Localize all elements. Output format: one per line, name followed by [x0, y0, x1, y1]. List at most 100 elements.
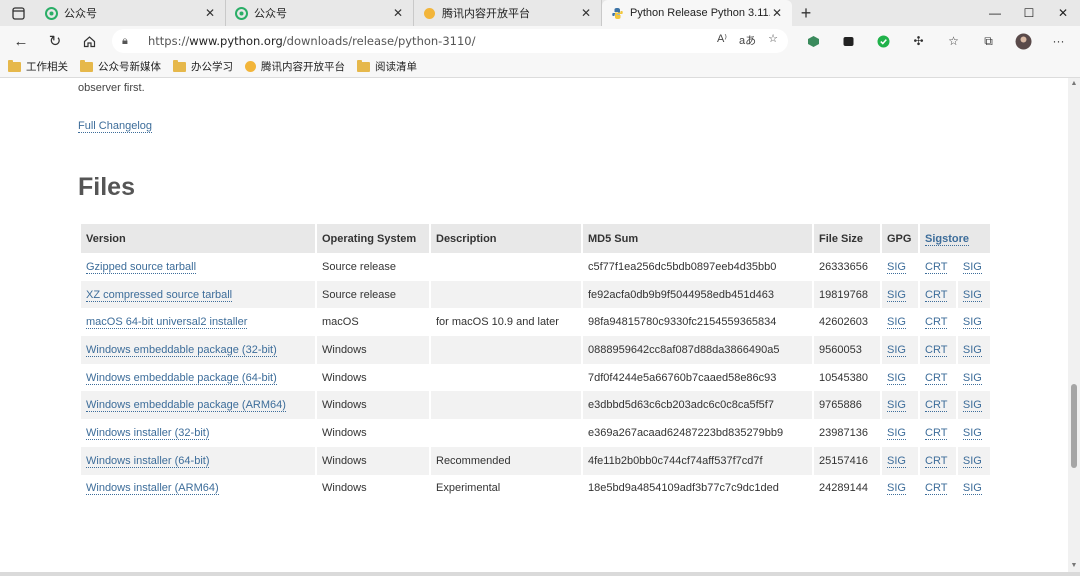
- favorites-icon[interactable]: ☆: [936, 26, 971, 56]
- extension-check-icon[interactable]: [866, 26, 901, 56]
- tab-python-release[interactable]: Python Release Python 3.11.0 | P ✕: [602, 0, 792, 26]
- os-cell: Windows: [317, 419, 429, 447]
- bookmark-study[interactable]: 办公学习: [173, 59, 233, 74]
- home-button[interactable]: [72, 26, 106, 56]
- sigstore-crt-link[interactable]: CRT: [925, 260, 948, 274]
- tab-wechat-1[interactable]: 公众号 ✕: [36, 0, 226, 26]
- vertical-scrollbar[interactable]: ▲ ▼: [1068, 78, 1080, 572]
- download-link[interactable]: Windows embeddable package (64-bit): [86, 371, 277, 385]
- close-icon[interactable]: ✕: [391, 6, 405, 20]
- extension-cube-icon[interactable]: [796, 26, 831, 56]
- download-link[interactable]: Windows installer (32-bit): [86, 426, 210, 440]
- header-file-size: File Size: [814, 224, 880, 253]
- tab-tencent[interactable]: 腾讯内容开放平台 ✕: [414, 0, 602, 26]
- maximize-button[interactable]: ☐: [1012, 0, 1046, 26]
- download-link[interactable]: macOS 64-bit universal2 installer: [86, 316, 248, 330]
- close-icon[interactable]: ✕: [203, 6, 217, 20]
- favorite-star-icon[interactable]: ☆: [768, 32, 778, 48]
- sigstore-link[interactable]: Sigstore: [925, 232, 970, 246]
- download-link[interactable]: Windows installer (ARM64): [86, 482, 219, 496]
- back-button[interactable]: ←: [4, 26, 38, 56]
- description-cell: [431, 280, 581, 309]
- scrollbar-thumb[interactable]: [1071, 384, 1077, 468]
- new-tab-button[interactable]: +: [792, 0, 820, 26]
- gpg-sig-link[interactable]: SIG: [887, 399, 906, 413]
- sigstore-sig-link[interactable]: SIG: [962, 288, 982, 302]
- address-bar[interactable]: 🔒︎ https://www.python.org/downloads/rele…: [112, 29, 788, 53]
- bookmark-reading-list[interactable]: 阅读清单: [357, 59, 417, 74]
- crt-cell: CRT: [920, 474, 956, 503]
- os-cell: Windows: [322, 399, 367, 412]
- sigstore-sig-link[interactable]: SIG: [962, 343, 982, 357]
- file-size-cell: 24289144: [819, 482, 868, 495]
- gpg-sig-link[interactable]: SIG: [887, 316, 906, 330]
- scroll-down-icon[interactable]: ▼: [1068, 560, 1080, 572]
- gpg-sig-link[interactable]: SIG: [887, 288, 906, 302]
- extension-dark-icon[interactable]: [831, 26, 866, 56]
- gpg-sig-link[interactable]: SIG: [887, 426, 906, 440]
- os-cell: Windows: [322, 482, 367, 495]
- md5-cell: e3dbbd5d63c6cb203adc6c0c8ca5f5f7: [583, 391, 812, 420]
- sigstore-crt-link[interactable]: CRT: [925, 482, 948, 496]
- lock-icon[interactable]: 🔒︎: [122, 35, 140, 48]
- full-changelog-link[interactable]: Full Changelog: [78, 120, 152, 133]
- table-row: Windows installer (64-bit) Windows Recomme…: [81, 446, 990, 475]
- sigstore-sig-link[interactable]: SIG: [962, 316, 982, 330]
- close-icon[interactable]: ✕: [579, 6, 593, 20]
- extensions-puzzle-icon[interactable]: ✣: [901, 26, 936, 56]
- minimize-button[interactable]: —: [978, 0, 1012, 26]
- folder-icon: [80, 59, 93, 72]
- close-icon[interactable]: ✕: [770, 6, 784, 20]
- sigstore-crt-link[interactable]: CRT: [925, 426, 948, 440]
- collections-icon[interactable]: ⧉: [971, 26, 1006, 56]
- crt-cell: CRT: [920, 308, 956, 337]
- download-link[interactable]: Gzipped source tarball: [86, 260, 197, 274]
- gpg-sig-link[interactable]: SIG: [887, 482, 906, 496]
- close-window-button[interactable]: ✕: [1046, 0, 1080, 26]
- refresh-button[interactable]: ↻: [38, 26, 72, 56]
- sigstore-crt-link[interactable]: CRT: [925, 399, 948, 413]
- sigstore-sig-link[interactable]: SIG: [962, 399, 982, 413]
- description-cell: [431, 253, 581, 281]
- gpg-sig-link[interactable]: SIG: [887, 371, 906, 385]
- md5-cell: e369a267acaad62487223bd835279bb9: [588, 426, 784, 439]
- gpg-sig-link[interactable]: SIG: [887, 454, 906, 468]
- sig-cell: SIG: [957, 446, 990, 475]
- download-link[interactable]: Windows embeddable package (ARM64): [86, 399, 286, 413]
- bottom-edge: [0, 572, 1080, 576]
- sigstore-sig-link[interactable]: SIG: [962, 482, 982, 496]
- md5-cell: 0888959642cc8af087d88da3866490a5: [583, 336, 812, 364]
- tab-wechat-2[interactable]: 公众号 ✕: [226, 0, 414, 26]
- sig-cell: SIG: [957, 336, 990, 364]
- bookmark-work[interactable]: 工作相关: [8, 59, 68, 74]
- size-cell: 10545380: [814, 363, 880, 392]
- download-link[interactable]: Windows installer (64-bit): [86, 454, 210, 468]
- table-row: Windows installer (32-bit) Windows e369a26…: [81, 419, 990, 447]
- gpg-sig-link[interactable]: SIG: [887, 260, 906, 274]
- sigstore-crt-link[interactable]: CRT: [925, 316, 948, 330]
- sigstore-sig-link[interactable]: SIG: [962, 426, 982, 440]
- sigstore-sig-link[interactable]: SIG: [962, 371, 982, 385]
- sigstore-sig-link[interactable]: SIG: [962, 260, 982, 274]
- bookmark-tencent[interactable]: 腾讯内容开放平台: [245, 59, 345, 74]
- bookmark-media[interactable]: 公众号新媒体: [80, 59, 161, 74]
- more-menu-icon[interactable]: ···: [1041, 26, 1076, 56]
- sigstore-crt-link[interactable]: CRT: [925, 343, 948, 357]
- profile-avatar[interactable]: [1006, 26, 1041, 56]
- sigstore-crt-link[interactable]: CRT: [925, 371, 948, 385]
- read-aloud-icon[interactable]: A⁾: [717, 32, 727, 48]
- gpg-cell: SIG: [882, 446, 918, 475]
- gpg-sig-link[interactable]: SIG: [887, 343, 906, 357]
- bookmark-label: 公众号新媒体: [98, 61, 161, 73]
- sigstore-crt-link[interactable]: CRT: [925, 454, 948, 468]
- bookmark-label: 阅读清单: [375, 61, 417, 73]
- sigstore-crt-link[interactable]: CRT: [925, 288, 948, 302]
- download-link[interactable]: XZ compressed source tarball: [86, 288, 233, 302]
- table-row: Windows embeddable package (ARM64) Window…: [81, 391, 990, 420]
- download-link[interactable]: Windows embeddable package (32-bit): [86, 343, 277, 357]
- translate-icon[interactable]: aあ: [739, 32, 756, 48]
- scroll-up-icon[interactable]: ▲: [1068, 78, 1080, 90]
- sig-cell: SIG: [957, 253, 990, 281]
- tab-actions-button[interactable]: [0, 0, 36, 26]
- sigstore-sig-link[interactable]: SIG: [962, 454, 982, 468]
